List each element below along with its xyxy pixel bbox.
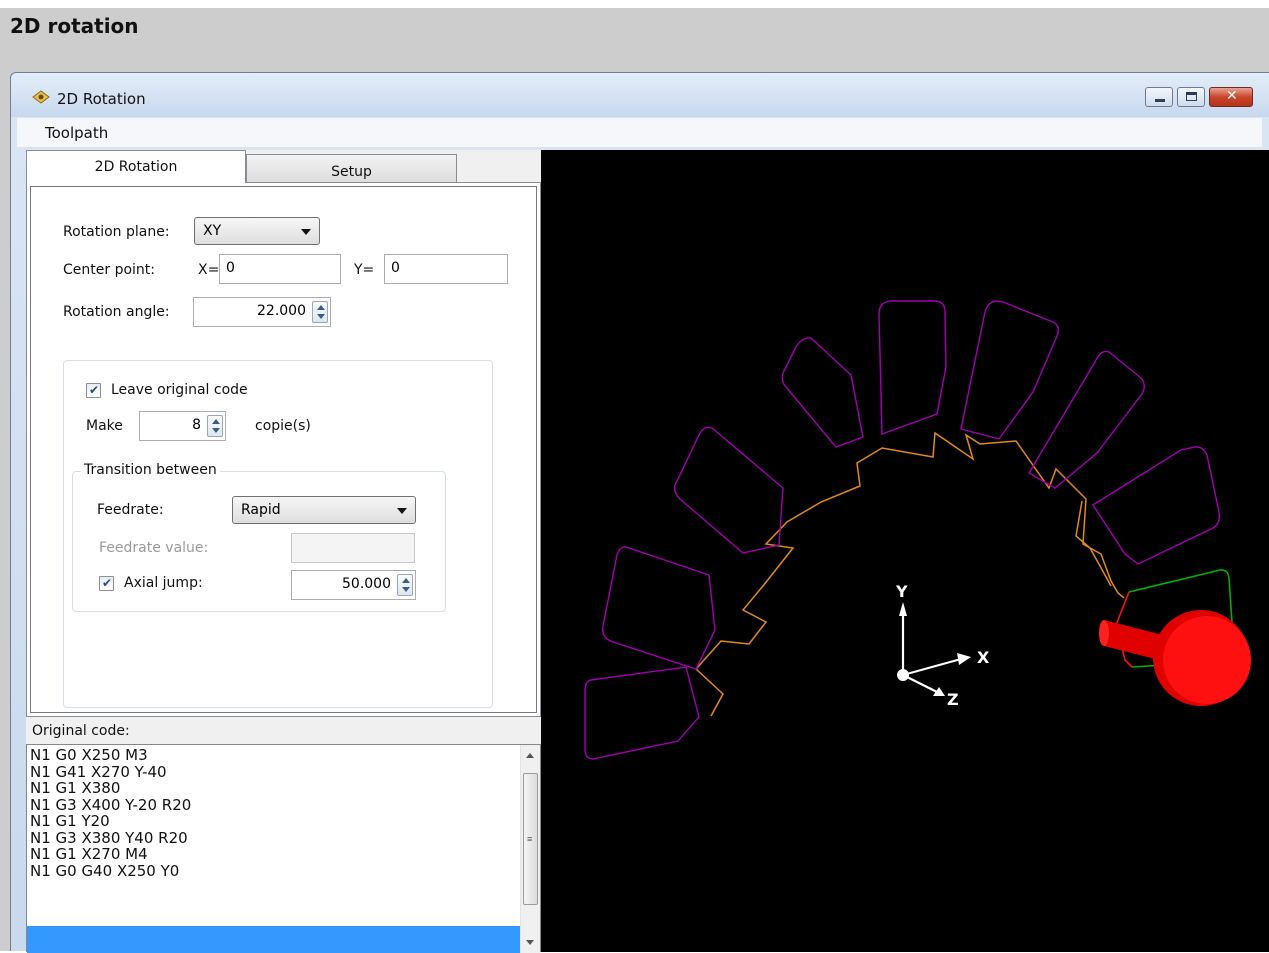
window-controls: ✕: [1145, 87, 1253, 107]
toolpath-drawing: Y X Z: [584, 300, 1251, 760]
copy-outline: [1092, 446, 1221, 565]
axial-jump-value: 50.000: [342, 576, 391, 592]
copy-outline: [960, 300, 1060, 440]
leave-original-label: Leave original code: [111, 382, 248, 398]
tab-setup[interactable]: Setup: [246, 154, 457, 184]
copy-outline: [878, 300, 947, 435]
copies-stepper[interactable]: 8: [139, 411, 226, 441]
selected-line-highlight[interactable]: [27, 926, 520, 953]
code-line[interactable]: N1 G1 X270 M4: [27, 846, 191, 863]
dialog-window: 2D Rotation ✕ Toolpath 2D Rotation Setup…: [10, 72, 1269, 953]
checkmark-icon: ✔: [102, 576, 113, 590]
rotation-plane-select[interactable]: XY: [194, 217, 320, 245]
rapid-path: [1075, 500, 1112, 587]
original-code-label: Original code:: [32, 723, 130, 739]
spin-arrows-icon[interactable]: [397, 574, 413, 596]
rotation-angle-stepper[interactable]: 22.000: [193, 297, 331, 327]
tab-2d-rotation[interactable]: 2D Rotation: [26, 150, 246, 183]
code-line[interactable]: N1 G1 X380: [27, 780, 191, 797]
scroll-up-icon[interactable]: [526, 753, 534, 758]
copy-outline: [1028, 350, 1145, 489]
spin-arrows-icon[interactable]: [207, 415, 223, 437]
page-title: 2D rotation: [10, 14, 139, 38]
code-line[interactable]: N1 G0 X250 M3: [27, 747, 191, 764]
maximize-button[interactable]: [1177, 87, 1205, 107]
code-line[interactable]: N1 G0 G40 X250 Y0: [27, 862, 191, 880]
vertical-scrollbar[interactable]: ≡: [520, 745, 540, 953]
rotation-angle-value: 22.000: [257, 303, 306, 319]
scroll-thumb[interactable]: ≡: [523, 773, 538, 905]
chevron-down-icon: [301, 229, 311, 235]
code-line[interactable]: N1 G3 X380 Y40 R20: [27, 829, 191, 847]
chevron-down-icon: [397, 508, 407, 514]
maximize-icon: [1186, 92, 1197, 101]
transition-group-title: Transition between: [81, 462, 220, 478]
transition-group: Transition between Feedrate: Rapid Feedr…: [72, 462, 446, 612]
z-axis-label: Z: [947, 690, 959, 709]
axial-jump-checkbox[interactable]: ✔: [99, 576, 114, 591]
menu-toolpath[interactable]: Toolpath: [45, 124, 108, 142]
window-title: 2D Rotation: [57, 90, 146, 108]
copies-label: copie(s): [255, 418, 311, 434]
tool-icon: [1099, 591, 1251, 706]
feedrate-label: Feedrate:: [97, 502, 164, 518]
menu-bar: Toolpath: [17, 118, 1262, 148]
axial-jump-label: Axial jump:: [124, 575, 203, 591]
feedrate-value: Rapid: [241, 502, 281, 518]
copy-outline: [781, 337, 864, 448]
checkmark-icon: ✔: [89, 383, 100, 397]
copy-outline: [584, 666, 700, 760]
rotation-angle-label: Rotation angle:: [63, 304, 170, 320]
copy-outline: [673, 426, 784, 554]
make-label: Make: [86, 418, 123, 434]
rotation-plane-value: XY: [203, 223, 222, 239]
code-line[interactable]: N1 G41 X270 Y-40: [27, 763, 191, 781]
rotated-copies: [584, 300, 1221, 760]
x-axis-label: X: [977, 648, 990, 667]
tab-content: Rotation plane: XY Center point: X= 0 Y=…: [26, 182, 541, 717]
center-y-input[interactable]: 0: [384, 254, 508, 284]
center-x-input[interactable]: 0: [219, 254, 341, 284]
axial-jump-stepper[interactable]: 50.000: [291, 570, 416, 600]
center-point-label: Center point:: [63, 262, 155, 278]
center-y-label: Y=: [354, 262, 375, 278]
close-icon: ✕: [1226, 88, 1238, 104]
title-bar[interactable]: 2D Rotation ✕: [11, 73, 1269, 117]
close-button[interactable]: ✕: [1209, 87, 1253, 107]
feedrate-select[interactable]: Rapid: [232, 496, 416, 524]
code-lines: N1 G0 X250 M3 N1 G41 X270 Y-40 N1 G1 X38…: [27, 747, 191, 879]
grip-icon: ≡: [527, 834, 533, 844]
tab-content-frame: Rotation plane: XY Center point: X= 0 Y=…: [30, 186, 537, 713]
y-axis-label: Y: [895, 582, 908, 601]
code-line[interactable]: N1 G1 Y20: [27, 813, 191, 830]
copy-outline: [602, 546, 716, 670]
minimize-button[interactable]: [1145, 87, 1173, 107]
leave-original-checkbox[interactable]: ✔: [86, 383, 101, 398]
feedrate-value-label: Feedrate value:: [99, 540, 209, 556]
code-line[interactable]: N1 G3 X400 Y-20 R20: [27, 796, 191, 814]
axis-triad: [897, 602, 971, 696]
left-panel: 2D Rotation Setup Rotation plane: XY Cen…: [26, 150, 541, 953]
copies-group: ✔ Leave original code Make 8 copie(s) Tr…: [63, 360, 493, 708]
feedrate-value-input: [291, 533, 415, 563]
center-x-label: X=: [198, 262, 220, 278]
rotation-plane-label: Rotation plane:: [63, 224, 170, 240]
copies-value: 8: [192, 417, 201, 433]
scroll-down-icon[interactable]: [526, 940, 534, 945]
toolpath-viewport[interactable]: Y X Z: [541, 150, 1269, 952]
spin-arrows-icon[interactable]: [312, 301, 328, 323]
minimize-icon: [1155, 99, 1165, 102]
app-icon: [32, 90, 50, 104]
original-code-listbox[interactable]: N1 G0 X250 M3 N1 G41 X270 Y-40 N1 G1 X38…: [26, 744, 541, 953]
